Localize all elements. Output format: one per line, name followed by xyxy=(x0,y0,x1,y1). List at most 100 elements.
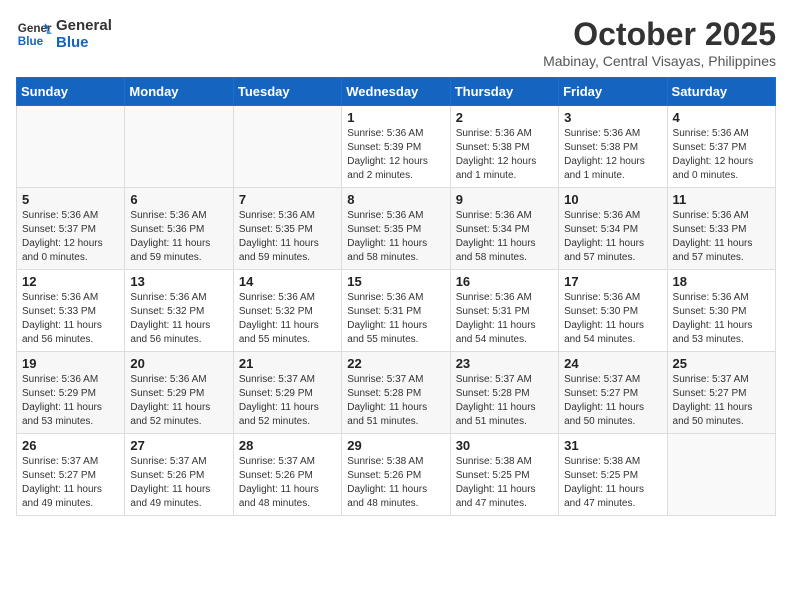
day-number: 21 xyxy=(239,356,336,371)
day-number: 8 xyxy=(347,192,444,207)
day-number: 29 xyxy=(347,438,444,453)
day-number: 1 xyxy=(347,110,444,125)
day-number: 30 xyxy=(456,438,553,453)
calendar-cell: 7Sunrise: 5:36 AMSunset: 5:35 PMDaylight… xyxy=(233,188,341,270)
day-info: Sunrise: 5:36 AMSunset: 5:32 PMDaylight:… xyxy=(239,291,336,347)
calendar-table: SundayMondayTuesdayWednesdayThursdayFrid… xyxy=(16,77,776,516)
calendar-week-row: 12 Sunrise: 5:36 AMSunset: 5:33 PMDayligh… xyxy=(17,270,776,352)
calendar-cell: 4 Sunrise: 5:36 AMSunset: 5:37 PMDaylight… xyxy=(667,106,775,188)
month-title: October 2025 xyxy=(543,16,776,53)
calendar-cell: 17 Sunrise: 5:36 AMSunset: 5:30 PMDayligh… xyxy=(559,270,667,352)
calendar-header-monday: Monday xyxy=(125,78,233,106)
day-number: 2 xyxy=(456,110,553,125)
calendar-cell xyxy=(233,106,341,188)
calendar-cell: 12 Sunrise: 5:36 AMSunset: 5:33 PMDayligh… xyxy=(17,270,125,352)
day-info: Sunrise: 5:36 AMSunset: 5:29 PMDaylight:… xyxy=(130,373,227,429)
calendar-cell: 23 Sunrise: 5:37 AMSunset: 5:28 PMDayligh… xyxy=(450,352,558,434)
calendar-cell: 18Sunrise: 5:36 AMSunset: 5:30 PMDayligh… xyxy=(667,270,775,352)
day-info: Sunrise: 5:38 AMSunset: 5:25 PMDaylight:… xyxy=(456,455,553,511)
day-info: Sunrise: 5:36 AMSunset: 5:37 PMDaylight:… xyxy=(22,209,119,265)
day-info: Sunrise: 5:36 AMSunset: 5:33 PMDaylight:… xyxy=(673,209,770,265)
calendar-cell: 27 Sunrise: 5:37 AMSunset: 5:26 PMDayligh… xyxy=(125,434,233,516)
calendar-header-wednesday: Wednesday xyxy=(342,78,450,106)
day-number: 28 xyxy=(239,438,336,453)
calendar-cell: 10 Sunrise: 5:36 AMSunset: 5:34 PMDayligh… xyxy=(559,188,667,270)
calendar-cell: 8 Sunrise: 5:36 AMSunset: 5:35 PMDaylight… xyxy=(342,188,450,270)
calendar-cell: 9Sunrise: 5:36 AMSunset: 5:34 PMDaylight… xyxy=(450,188,558,270)
day-number: 9 xyxy=(456,192,553,207)
day-info: Sunrise: 5:37 AMSunset: 5:28 PMDaylight:… xyxy=(347,373,444,429)
day-info: Sunrise: 5:36 AMSunset: 5:30 PMDaylight:… xyxy=(564,291,661,347)
svg-text:Blue: Blue xyxy=(18,35,44,48)
calendar-cell: 26Sunrise: 5:37 AMSunset: 5:27 PMDayligh… xyxy=(17,434,125,516)
calendar-cell xyxy=(125,106,233,188)
day-number: 12 xyxy=(22,274,119,289)
day-number: 18 xyxy=(673,274,770,289)
calendar-cell: 25 Sunrise: 5:37 AMSunset: 5:27 PMDayligh… xyxy=(667,352,775,434)
calendar-cell: 28 Sunrise: 5:37 AMSunset: 5:26 PMDayligh… xyxy=(233,434,341,516)
day-info: Sunrise: 5:36 AMSunset: 5:31 PMDaylight:… xyxy=(456,291,553,347)
day-number: 26 xyxy=(22,438,119,453)
day-number: 5 xyxy=(22,192,119,207)
location-subtitle: Mabinay, Central Visayas, Philippines xyxy=(543,53,776,69)
day-number: 10 xyxy=(564,192,661,207)
day-info: Sunrise: 5:37 AMSunset: 5:29 PMDaylight:… xyxy=(239,373,336,429)
calendar-header-thursday: Thursday xyxy=(450,78,558,106)
day-number: 11 xyxy=(673,192,770,207)
day-info: Sunrise: 5:36 AMSunset: 5:36 PMDaylight:… xyxy=(130,209,227,265)
day-info: Sunrise: 5:36 AMSunset: 5:33 PMDaylight:… xyxy=(22,291,119,347)
day-info: Sunrise: 5:38 AMSunset: 5:25 PMDaylight:… xyxy=(564,455,661,511)
day-info: Sunrise: 5:36 AMSunset: 5:39 PMDaylight:… xyxy=(347,127,444,183)
logo-icon: General Blue xyxy=(16,16,52,52)
day-info: Sunrise: 5:36 AMSunset: 5:35 PMDaylight:… xyxy=(347,209,444,265)
calendar-header-row: SundayMondayTuesdayWednesdayThursdayFrid… xyxy=(17,78,776,106)
calendar-cell: 1 Sunrise: 5:36 AMSunset: 5:39 PMDaylight… xyxy=(342,106,450,188)
calendar-cell: 16 Sunrise: 5:36 AMSunset: 5:31 PMDayligh… xyxy=(450,270,558,352)
day-number: 22 xyxy=(347,356,444,371)
calendar-cell: 13 Sunrise: 5:36 AMSunset: 5:32 PMDayligh… xyxy=(125,270,233,352)
day-number: 7 xyxy=(239,192,336,207)
calendar-week-row: 5 Sunrise: 5:36 AMSunset: 5:37 PMDaylight… xyxy=(17,188,776,270)
day-number: 20 xyxy=(130,356,227,371)
day-info: Sunrise: 5:37 AMSunset: 5:26 PMDaylight:… xyxy=(130,455,227,511)
calendar-week-row: 1 Sunrise: 5:36 AMSunset: 5:39 PMDaylight… xyxy=(17,106,776,188)
day-number: 4 xyxy=(673,110,770,125)
calendar-cell: 31 Sunrise: 5:38 AMSunset: 5:25 PMDayligh… xyxy=(559,434,667,516)
day-number: 13 xyxy=(130,274,227,289)
calendar-week-row: 19 Sunrise: 5:36 AMSunset: 5:29 PMDayligh… xyxy=(17,352,776,434)
calendar-header-sunday: Sunday xyxy=(17,78,125,106)
calendar-header-saturday: Saturday xyxy=(667,78,775,106)
day-info: Sunrise: 5:37 AMSunset: 5:28 PMDaylight:… xyxy=(456,373,553,429)
day-number: 17 xyxy=(564,274,661,289)
title-block: October 2025 Mabinay, Central Visayas, P… xyxy=(543,16,776,69)
calendar-cell: 2Sunrise: 5:36 AMSunset: 5:38 PMDaylight… xyxy=(450,106,558,188)
calendar-cell: 19Sunrise: 5:36 AMSunset: 5:29 PMDayligh… xyxy=(17,352,125,434)
day-number: 19 xyxy=(22,356,119,371)
day-info: Sunrise: 5:36 AMSunset: 5:34 PMDaylight:… xyxy=(564,209,661,265)
calendar-cell: 30 Sunrise: 5:38 AMSunset: 5:25 PMDayligh… xyxy=(450,434,558,516)
page-header: General Blue General Blue October 2025 M… xyxy=(16,16,776,69)
calendar-cell: 11 Sunrise: 5:36 AMSunset: 5:33 PMDayligh… xyxy=(667,188,775,270)
day-number: 16 xyxy=(456,274,553,289)
calendar-cell: 24 Sunrise: 5:37 AMSunset: 5:27 PMDayligh… xyxy=(559,352,667,434)
calendar-cell: 29Sunrise: 5:38 AMSunset: 5:26 PMDayligh… xyxy=(342,434,450,516)
calendar-cell xyxy=(667,434,775,516)
calendar-cell: 6Sunrise: 5:36 AMSunset: 5:36 PMDaylight… xyxy=(125,188,233,270)
logo: General Blue General Blue xyxy=(16,16,112,52)
day-number: 14 xyxy=(239,274,336,289)
calendar-cell xyxy=(17,106,125,188)
logo-general-text: General xyxy=(56,17,112,34)
day-info: Sunrise: 5:37 AMSunset: 5:26 PMDaylight:… xyxy=(239,455,336,511)
day-number: 23 xyxy=(456,356,553,371)
calendar-cell: 15Sunrise: 5:36 AMSunset: 5:31 PMDayligh… xyxy=(342,270,450,352)
day-info: Sunrise: 5:36 AMSunset: 5:37 PMDaylight:… xyxy=(673,127,770,183)
day-number: 24 xyxy=(564,356,661,371)
day-info: Sunrise: 5:36 AMSunset: 5:32 PMDaylight:… xyxy=(130,291,227,347)
day-info: Sunrise: 5:36 AMSunset: 5:38 PMDaylight:… xyxy=(564,127,661,183)
day-number: 25 xyxy=(673,356,770,371)
day-number: 31 xyxy=(564,438,661,453)
day-info: Sunrise: 5:37 AMSunset: 5:27 PMDaylight:… xyxy=(673,373,770,429)
day-number: 27 xyxy=(130,438,227,453)
day-info: Sunrise: 5:37 AMSunset: 5:27 PMDaylight:… xyxy=(564,373,661,429)
calendar-cell: 5 Sunrise: 5:36 AMSunset: 5:37 PMDaylight… xyxy=(17,188,125,270)
